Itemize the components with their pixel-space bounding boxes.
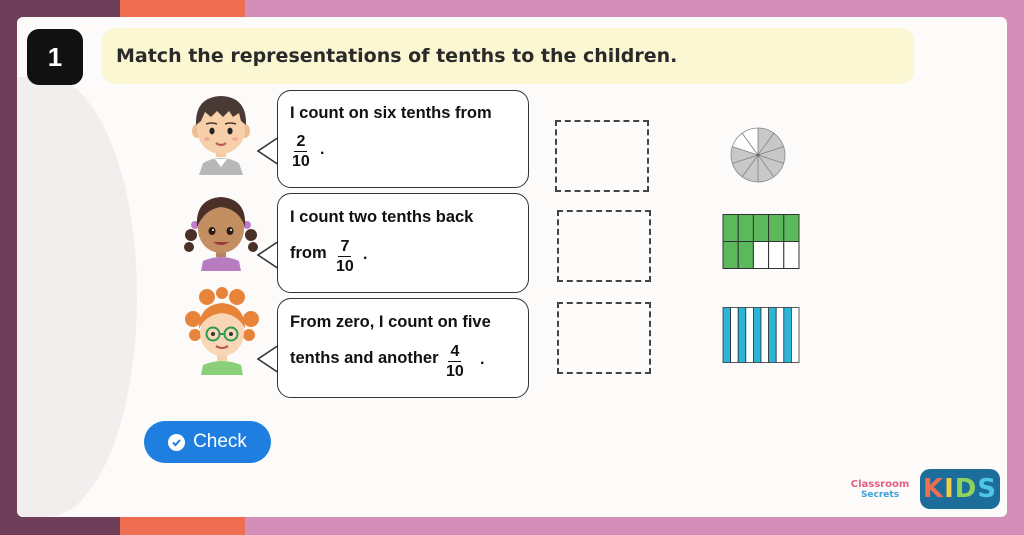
grid-cell bbox=[768, 214, 785, 242]
logo-letter: I bbox=[944, 474, 955, 504]
fraction-denominator: 10 bbox=[292, 153, 310, 170]
fraction: 2 10 bbox=[292, 133, 310, 170]
statement-text: tenths and another bbox=[290, 349, 439, 367]
classroom-secrets-logo: Classroom Secrets bbox=[843, 477, 917, 503]
logo-text: Secrets bbox=[860, 490, 900, 500]
checkmark-icon bbox=[168, 433, 186, 451]
bar-strip bbox=[737, 307, 747, 363]
grid-cell bbox=[722, 241, 739, 269]
check-button[interactable]: Check bbox=[144, 421, 271, 463]
drop-target-1[interactable] bbox=[555, 120, 649, 192]
statement-punctuation: . bbox=[480, 351, 485, 368]
logo-letter: K bbox=[922, 474, 945, 504]
grid-cell bbox=[752, 214, 770, 242]
boy-avatar bbox=[192, 96, 250, 175]
statement-punctuation: . bbox=[363, 246, 368, 263]
fraction-denominator: 10 bbox=[336, 258, 354, 275]
statement-text: from bbox=[290, 244, 327, 262]
fraction-numerator: 7 bbox=[338, 238, 352, 257]
question-title: Match the representations of tenths to t… bbox=[102, 28, 914, 84]
check-button-label: Check bbox=[193, 431, 247, 452]
girl-braids-avatar bbox=[184, 197, 258, 271]
fraction: 7 10 bbox=[336, 238, 354, 275]
bar-strip bbox=[753, 307, 762, 363]
grid-cell bbox=[783, 241, 800, 269]
bar-strip bbox=[775, 307, 785, 363]
grid-cell bbox=[737, 214, 754, 242]
drop-target-3[interactable] bbox=[557, 302, 651, 374]
fraction: 4 10 bbox=[446, 343, 464, 380]
logo-letter: D bbox=[954, 474, 978, 504]
speech-bubble: From zero, I count on five tenths and an… bbox=[277, 298, 529, 398]
speech-bubble: I count on six tenths from 2 10 . bbox=[277, 90, 529, 188]
bar-strip bbox=[760, 307, 769, 363]
statement-text: I count two tenths back bbox=[290, 208, 474, 226]
logo-text: Classroom bbox=[850, 479, 910, 490]
fraction-denominator: 10 bbox=[446, 363, 464, 380]
question-number-badge: 1 bbox=[27, 29, 83, 85]
grid-cell bbox=[783, 214, 800, 242]
bars-representation[interactable] bbox=[721, 306, 801, 364]
bar-strip bbox=[791, 307, 800, 363]
kids-logo: K I D S bbox=[920, 469, 1000, 509]
grid-cell bbox=[752, 241, 770, 269]
bar-strip bbox=[783, 307, 792, 363]
grid-representation[interactable] bbox=[721, 213, 801, 270]
pie-center bbox=[756, 153, 760, 157]
fraction-numerator: 4 bbox=[448, 343, 462, 362]
speech-bubble: I count two tenths back from 7 10 . bbox=[277, 193, 529, 293]
bar-strip bbox=[730, 307, 739, 363]
bar-strip bbox=[745, 307, 754, 363]
girl-glasses-avatar bbox=[185, 287, 259, 375]
grid-cell bbox=[768, 241, 785, 269]
grid-cell bbox=[737, 241, 754, 269]
statement-text: From zero, I count on five bbox=[290, 313, 491, 331]
pie-representation[interactable] bbox=[729, 126, 787, 184]
question-card: 1 Match the representations of tenths to… bbox=[17, 17, 1007, 517]
fraction-numerator: 2 bbox=[294, 133, 308, 152]
statement-text: I count on six tenths from bbox=[290, 104, 492, 122]
drop-target-2[interactable] bbox=[557, 210, 651, 282]
background-wave bbox=[17, 77, 137, 517]
grid-cell bbox=[722, 214, 739, 242]
statement-punctuation: . bbox=[320, 141, 325, 158]
bar-strip bbox=[722, 307, 731, 363]
logo-letter: S bbox=[977, 474, 998, 504]
bar-strip bbox=[768, 307, 777, 363]
